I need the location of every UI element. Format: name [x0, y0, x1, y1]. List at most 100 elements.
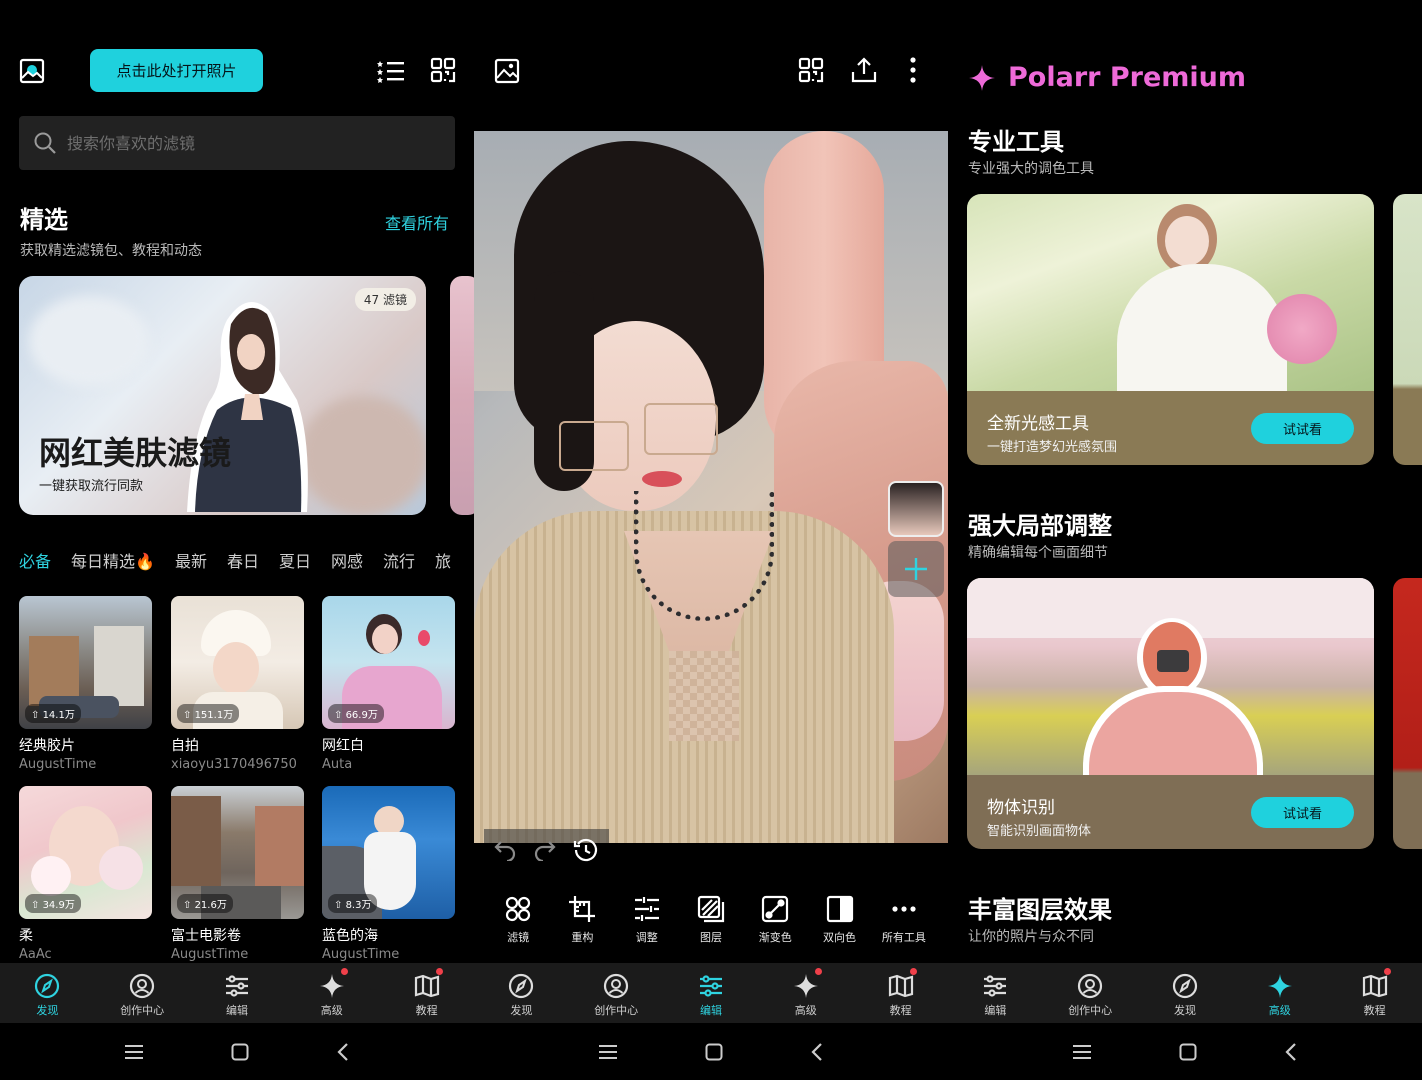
- sliders-icon: [982, 973, 1008, 999]
- bottom-nav: 发现 创作中心 编辑 高级 教程: [0, 963, 474, 1023]
- local-adjust-card[interactable]: 物体识别 智能识别画面物体 试试看: [967, 578, 1374, 849]
- nav-tutorials[interactable]: 教程: [379, 963, 474, 1023]
- home-icon[interactable]: [1179, 1043, 1197, 1061]
- nav-discover[interactable]: 发现: [1138, 963, 1233, 1023]
- tab-popular[interactable]: 流行: [383, 548, 415, 572]
- pro-tools-card[interactable]: 全新光感工具 一键打造梦幻光感氛围 试试看: [967, 194, 1374, 465]
- card-footer: 物体识别 智能识别画面物体 试试看: [967, 775, 1374, 849]
- menu-icon[interactable]: [124, 1044, 144, 1060]
- sparkle-icon: [319, 973, 345, 999]
- qr-code-icon[interactable]: [429, 56, 457, 84]
- nav-edit[interactable]: 编辑: [664, 963, 759, 1023]
- filter-author[interactable]: Auta: [322, 757, 455, 772]
- tab-summer[interactable]: 夏日: [279, 548, 311, 572]
- filter-name: 自拍: [171, 738, 199, 754]
- next-featured-card-peek[interactable]: [450, 276, 474, 515]
- tool-label: 图层: [699, 931, 722, 944]
- tab-travel[interactable]: 旅: [435, 548, 451, 572]
- layer-thumbnail[interactable]: [888, 481, 944, 537]
- list-icon[interactable]: [376, 56, 406, 86]
- gallery-icon[interactable]: [18, 57, 46, 85]
- nav-creator-center[interactable]: 创作中心: [1043, 963, 1138, 1023]
- nav-edit[interactable]: 编辑: [190, 963, 285, 1023]
- user-circle-icon: [603, 973, 629, 999]
- download-count: ⇧ 151.1万: [177, 704, 240, 723]
- card-image: [967, 578, 1374, 775]
- add-layer-button[interactable]: [888, 541, 944, 597]
- notification-dot: [1384, 968, 1392, 975]
- menu-icon[interactable]: [598, 1044, 618, 1060]
- export-icon[interactable]: [850, 55, 878, 85]
- featured-title: 网红美肤滤镜: [39, 434, 232, 472]
- filter-author[interactable]: AugustTime: [171, 947, 304, 962]
- search-bar[interactable]: [19, 116, 455, 170]
- gallery-icon[interactable]: [493, 57, 521, 85]
- tab-daily-picks[interactable]: 每日精选🔥: [71, 548, 155, 572]
- section-subtitle: 获取精选滤镜包、教程和动态: [20, 243, 202, 259]
- nav-tutorials[interactable]: 教程: [853, 963, 948, 1023]
- filter-item[interactable]: ⇧ 34.9万 柔 AaAc: [19, 786, 152, 962]
- filter-author[interactable]: xiaoyu3170496750: [171, 757, 304, 772]
- nav-premium[interactable]: 高级: [1232, 963, 1327, 1023]
- tab-latest[interactable]: 最新: [175, 548, 207, 572]
- tool-gradient[interactable]: 渐变色: [745, 895, 805, 945]
- sparkle-icon: [968, 64, 996, 92]
- user-circle-icon: [129, 973, 155, 999]
- filter-item[interactable]: ⇧ 151.1万 自拍 xiaoyu3170496750: [171, 596, 304, 772]
- tab-spring[interactable]: 春日: [227, 548, 259, 572]
- filter-author[interactable]: AugustTime: [19, 757, 152, 772]
- nav-tutorials[interactable]: 教程: [1327, 963, 1422, 1023]
- nav-edit[interactable]: 编辑: [948, 963, 1043, 1023]
- bottom-nav: 编辑 创作中心 发现 高级 教程: [948, 963, 1422, 1023]
- tool-crop[interactable]: 重构: [552, 895, 612, 945]
- qr-code-icon[interactable]: [797, 56, 825, 84]
- next-card-peek[interactable]: [1393, 194, 1422, 465]
- nav-premium[interactable]: 高级: [284, 963, 379, 1023]
- tool-all-tools[interactable]: 所有工具: [874, 895, 934, 945]
- featured-person-image: [187, 290, 311, 512]
- tool-duotone[interactable]: 双向色: [810, 895, 870, 945]
- tab-essentials[interactable]: 必备: [19, 548, 51, 572]
- home-icon[interactable]: [705, 1043, 723, 1061]
- undo-icon[interactable]: [492, 836, 518, 862]
- nav-premium[interactable]: 高级: [758, 963, 853, 1023]
- tool-layers[interactable]: 图层: [681, 895, 741, 945]
- see-all-link[interactable]: 查看所有: [385, 210, 449, 234]
- filter-item[interactable]: ⇧ 8.3万 蓝色的海 AugustTime: [322, 786, 455, 962]
- home-icon[interactable]: [231, 1043, 249, 1061]
- tab-trendy[interactable]: 网感: [331, 548, 363, 572]
- open-photo-button[interactable]: 点击此处打开照片: [90, 49, 263, 92]
- nav-discover[interactable]: 发现: [474, 963, 569, 1023]
- filter-author[interactable]: AugustTime: [322, 947, 455, 962]
- back-icon[interactable]: [336, 1042, 350, 1062]
- discover-panel: 点击此处打开照片 精选 获取精选滤镜包、教程和动态 查看所有 47 滤镜 网红美…: [0, 0, 474, 1080]
- nav-label: 编辑: [984, 1004, 1007, 1017]
- tool-label: 滤镜: [507, 931, 530, 944]
- try-it-button[interactable]: 试试看: [1251, 797, 1354, 828]
- tool-filters[interactable]: 滤镜: [488, 895, 548, 945]
- featured-filter-card[interactable]: 47 滤镜 网红美肤滤镜 一键获取流行同款: [19, 276, 426, 515]
- back-icon[interactable]: [810, 1042, 824, 1062]
- nav-discover[interactable]: 发现: [0, 963, 95, 1023]
- system-nav-bar: [474, 1023, 948, 1080]
- editing-photo-canvas[interactable]: [474, 131, 948, 843]
- search-input[interactable]: [67, 133, 427, 153]
- history-icon[interactable]: [572, 836, 600, 864]
- menu-icon[interactable]: [1072, 1044, 1092, 1060]
- duotone-icon: [826, 895, 854, 923]
- section-title: 丰富图层效果: [968, 896, 1112, 924]
- back-icon[interactable]: [1284, 1042, 1298, 1062]
- filter-item[interactable]: ⇧ 14.1万 经典胶片 AugustTime: [19, 596, 152, 772]
- next-card-peek[interactable]: [1393, 578, 1422, 849]
- download-count: ⇧ 66.9万: [328, 704, 384, 723]
- nav-creator-center[interactable]: 创作中心: [95, 963, 190, 1023]
- filter-item[interactable]: ⇧ 21.6万 富士电影卷 AugustTime: [171, 786, 304, 962]
- nav-label: 发现: [36, 1004, 59, 1017]
- filter-item[interactable]: ⇧ 66.9万 网红白 Auta: [322, 596, 455, 772]
- redo-icon[interactable]: [532, 836, 558, 862]
- tool-adjust[interactable]: 调整: [617, 895, 677, 945]
- try-it-button[interactable]: 试试看: [1251, 413, 1354, 444]
- more-vertical-icon[interactable]: [907, 55, 919, 85]
- filter-author[interactable]: AaAc: [19, 947, 152, 962]
- nav-creator-center[interactable]: 创作中心: [569, 963, 664, 1023]
